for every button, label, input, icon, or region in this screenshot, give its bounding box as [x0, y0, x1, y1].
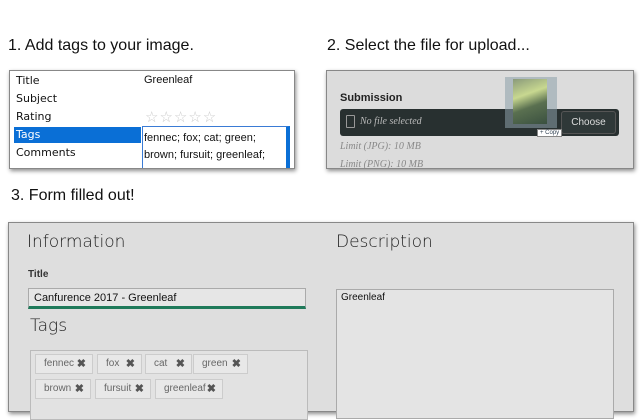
submission-form: Information Title Canfurence 2017 - Gree…: [8, 222, 634, 420]
property-label-tags[interactable]: Tags: [14, 127, 141, 143]
limit-png: Limit (PNG): 10 MB: [340, 159, 424, 169]
description-heading: Description: [336, 232, 433, 252]
remove-tag-icon[interactable]: ✖: [126, 355, 135, 373]
remove-tag-icon[interactable]: ✖: [135, 380, 144, 398]
tag-label: cat: [154, 358, 168, 369]
copy-tooltip: + Copy: [537, 129, 563, 137]
file-status: No file selected: [360, 116, 422, 127]
submission-heading: Submission: [340, 92, 403, 104]
fox-photo-icon: [513, 79, 547, 124]
tag-label: green: [202, 358, 228, 369]
title-value[interactable]: Greenleaf: [144, 74, 192, 86]
tags-input[interactable]: fennec ✖ fox ✖ cat ✖ green ✖ brown ✖ fursuit ✖…: [30, 350, 308, 420]
information-heading: Information: [27, 232, 126, 252]
tag-chip: green ✖: [193, 354, 248, 374]
step-3-heading: 3. Form filled out!: [11, 187, 135, 204]
tags-edit-field[interactable]: fennec; fox; cat; green; brown; fursuit;…: [142, 126, 290, 168]
tag-chip: fennec ✖: [35, 354, 93, 374]
title-input[interactable]: Canfurence 2017 - Greenleaf: [28, 288, 306, 309]
upload-panel: Submission No file selected Choose + Cop…: [326, 70, 634, 169]
tag-chip: greenleaf ✖: [155, 379, 223, 399]
rating-stars[interactable]: ☆☆☆☆☆: [145, 108, 217, 126]
step-2-heading: 2. Select the file for upload...: [327, 37, 530, 54]
property-label-rating: Rating: [16, 110, 52, 123]
tag-label: greenleaf: [164, 383, 206, 394]
limit-jpg: Limit (JPG): 10 MB: [340, 141, 421, 152]
remove-tag-icon[interactable]: ✖: [232, 355, 241, 373]
dragged-image-thumbnail: [505, 77, 557, 128]
tag-label: fox: [106, 358, 120, 369]
tag-label: brown: [44, 383, 72, 394]
tag-chip: fursuit ✖: [95, 379, 151, 399]
remove-tag-icon[interactable]: ✖: [176, 355, 185, 373]
title-label: Title: [28, 269, 49, 280]
remove-tag-icon[interactable]: ✖: [77, 355, 86, 373]
tags-heading: Tags: [30, 316, 68, 336]
step-1-heading: 1. Add tags to your image.: [8, 37, 194, 54]
tag-chip: fox ✖: [97, 354, 142, 374]
remove-tag-icon[interactable]: ✖: [207, 380, 216, 398]
remove-tag-icon[interactable]: ✖: [75, 380, 84, 398]
property-label-title: Title: [16, 74, 40, 87]
tag-chip: brown ✖: [35, 379, 91, 399]
file-input[interactable]: No file selected Choose: [340, 109, 619, 136]
tags-line: brown; fursuit; greenleaf;: [144, 149, 266, 161]
file-icon: [346, 115, 355, 128]
choose-button[interactable]: Choose: [561, 111, 616, 134]
property-label-subject: Subject: [16, 92, 58, 105]
tag-label: fennec: [44, 358, 75, 369]
file-properties-panel: Title Subject Rating Tags Comments Green…: [9, 70, 295, 169]
tags-line: fennec; fox; cat; green;: [144, 132, 256, 144]
tag-chip: cat ✖: [145, 354, 192, 374]
tag-label: fursuit: [104, 383, 132, 394]
property-label-comments: Comments: [16, 146, 76, 159]
